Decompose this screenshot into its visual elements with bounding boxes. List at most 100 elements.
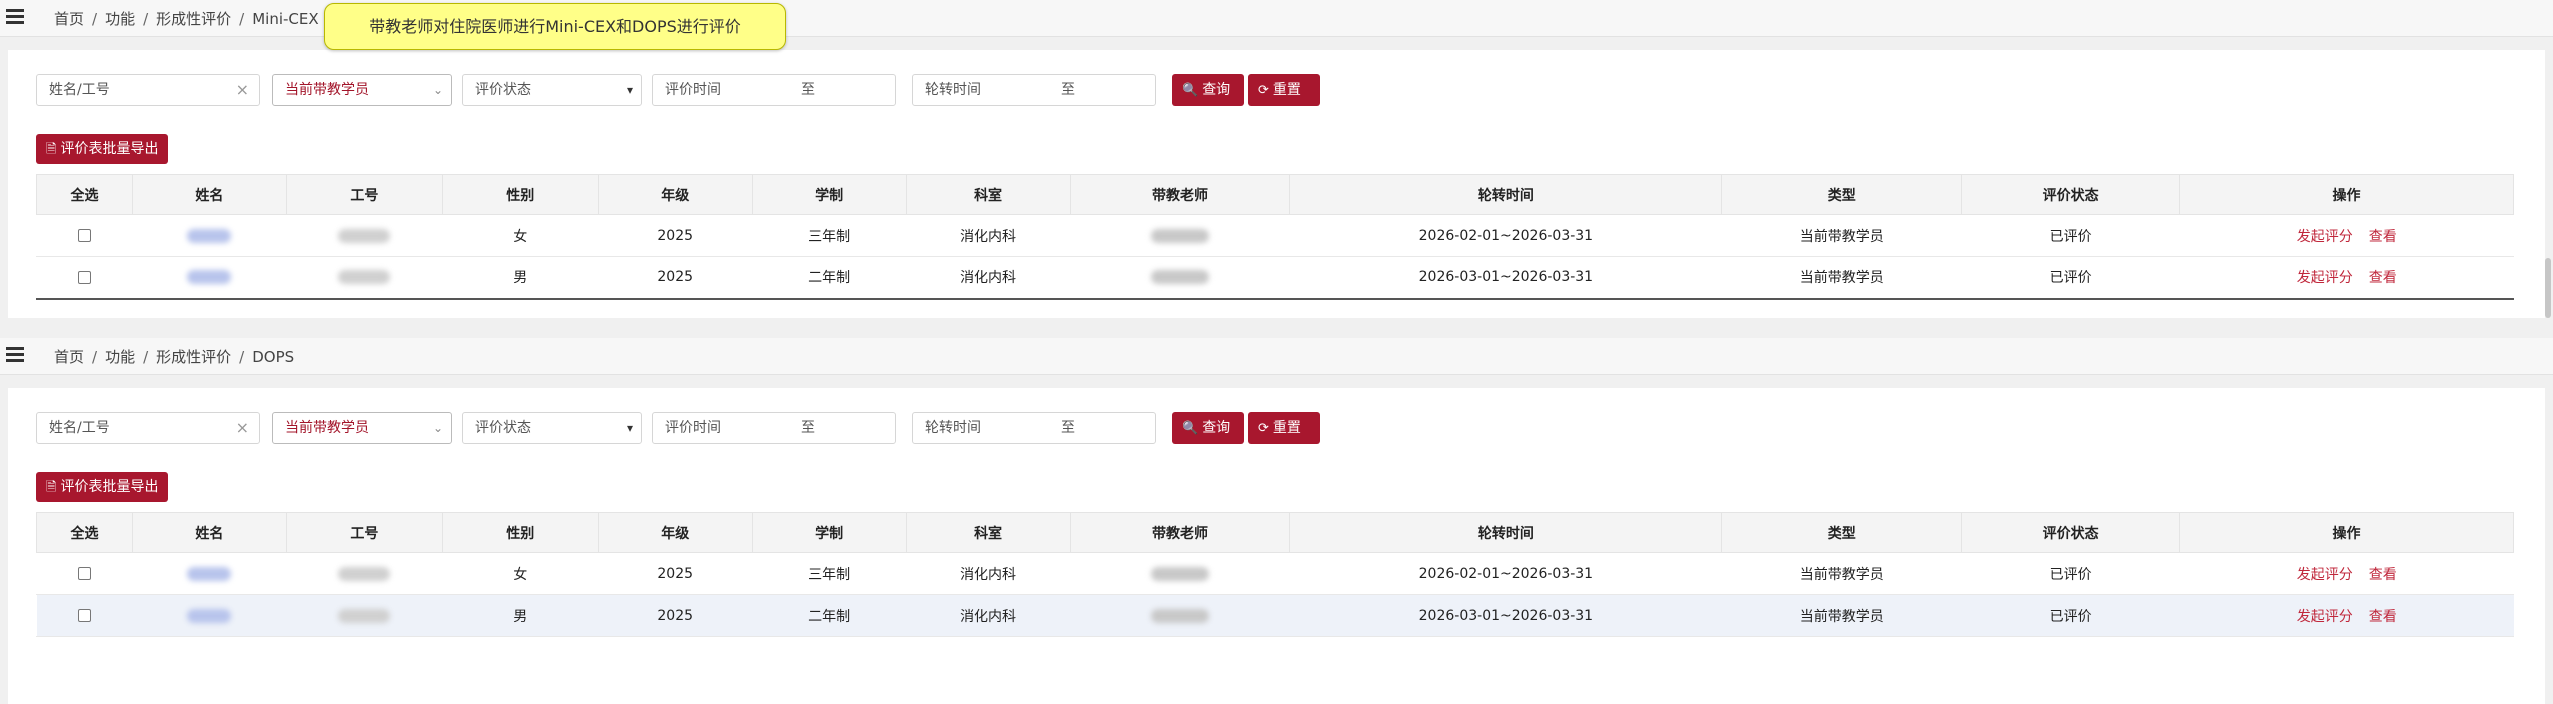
search-icon: 🔍 [1182, 421, 1199, 436]
query-button[interactable]: 🔍 查询 [1172, 412, 1244, 444]
name-search-input[interactable]: 姓名/工号 × [36, 412, 260, 444]
eval-time-range[interactable]: 评价时间至 [652, 412, 896, 444]
name-redacted[interactable] [187, 566, 232, 581]
system-cell: 二年制 [752, 594, 907, 637]
clear-icon[interactable]: × [236, 75, 249, 105]
column-header: 操作 [2179, 512, 2514, 553]
row-checkbox[interactable] [77, 567, 91, 580]
status-cell: 已评价 [1961, 552, 2180, 595]
system-cell: 二年制 [752, 256, 907, 300]
table-row: 男 2025 二年制 消化内科 2026-03-01~2026-03-31 当前… [36, 256, 2514, 300]
dept-cell: 消化内科 [906, 552, 1071, 595]
column-header: 类型 [1721, 512, 1963, 553]
reset-button[interactable]: ⟳ 重置 [1248, 74, 1320, 106]
column-header: 操作 [2179, 174, 2514, 215]
reset-button[interactable]: ⟳ 重置 [1248, 412, 1320, 444]
type-cell: 当前带教学员 [1721, 552, 1962, 595]
refresh-icon: ⟳ [1258, 83, 1269, 98]
gender-cell: 男 [442, 594, 599, 637]
batch-export-button[interactable]: 🗎 评价表批量导出 [36, 472, 169, 502]
chevron-down-icon: ▾ [626, 421, 633, 435]
column-header: 科室 [905, 512, 1071, 553]
column-header: 轮转时间 [1289, 174, 1723, 215]
teacher-redacted [1150, 608, 1209, 623]
dept-cell: 消化内科 [906, 256, 1071, 300]
breadcrumb-current: Mini-CEX [252, 10, 319, 28]
start-scoring-link[interactable]: 发起评分 [2297, 609, 2353, 625]
chevron-down-icon: ⌄ [432, 421, 443, 435]
batch-export-button[interactable]: 🗎 评价表批量导出 [36, 134, 169, 164]
status-cell: 已评价 [1961, 214, 2180, 257]
dept-cell: 消化内科 [906, 214, 1071, 257]
scrollbar[interactable] [2545, 258, 2551, 318]
start-scoring-link[interactable]: 发起评分 [2297, 229, 2353, 245]
rotation-cell: 2026-03-01~2026-03-31 [1289, 256, 1722, 300]
grade-cell: 2025 [598, 552, 753, 595]
breadcrumb-home[interactable]: 首页 [54, 348, 84, 366]
grade-cell: 2025 [598, 214, 753, 257]
view-link[interactable]: 查看 [2369, 567, 2397, 583]
top-bar: 首页 / 功能 / 形成性评价 / DOPS [0, 338, 2553, 375]
student-type-select[interactable]: 当前带教学员 ⌄ [272, 74, 452, 106]
grade-cell: 2025 [598, 256, 753, 300]
column-header: 带教老师 [1069, 512, 1291, 553]
table-row: 女 2025 三年制 消化内科 2026-02-01~2026-03-31 当前… [36, 214, 2514, 257]
breadcrumb-formative[interactable]: 形成性评价 [156, 10, 231, 28]
name-redacted[interactable] [187, 608, 232, 623]
column-header: 带教老师 [1069, 174, 1291, 215]
breadcrumb-function[interactable]: 功能 [105, 348, 135, 366]
rotation-cell: 2026-02-01~2026-03-31 [1289, 552, 1722, 595]
eval-time-range[interactable]: 评价时间至 [652, 74, 896, 106]
type-cell: 当前带教学员 [1721, 594, 1962, 637]
gender-cell: 女 [442, 214, 599, 257]
column-header: 学制 [751, 174, 907, 215]
table-header: 全选 姓名 工号 性别 年级 学制 科室 带教老师 轮转时间 类型 评价状态 操… [36, 512, 2514, 553]
eval-status-select[interactable]: 评价状态 ▾ [462, 412, 642, 444]
rotation-time-range[interactable]: 轮转时间至 [912, 412, 1156, 444]
column-header: 性别 [441, 512, 599, 553]
column-header: 性别 [441, 174, 599, 215]
row-checkbox[interactable] [77, 229, 91, 242]
dept-cell: 消化内科 [906, 594, 1071, 637]
breadcrumb: 首页 / 功能 / 形成性评价 / Mini-CEX [54, 10, 319, 28]
start-scoring-link[interactable]: 发起评分 [2297, 567, 2353, 583]
breadcrumb-function[interactable]: 功能 [105, 10, 135, 28]
content-panel: 姓名/工号 × 当前带教学员 ⌄ 评价状态 ▾ 评价时间至 轮转时间至 🔍 查询 ⟳ 重置… [8, 388, 2545, 704]
breadcrumb-home[interactable]: 首页 [54, 10, 84, 28]
select-all-header[interactable]: 全选 [36, 174, 133, 215]
query-button[interactable]: 🔍 查询 [1172, 74, 1244, 106]
breadcrumb: 首页 / 功能 / 形成性评价 / DOPS [54, 348, 295, 366]
eval-status-select[interactable]: 评价状态 ▾ [462, 74, 642, 106]
evaluation-table: 全选 姓名 工号 性别 年级 学制 科室 带教老师 轮转时间 类型 评价状态 操… [36, 174, 2514, 300]
row-checkbox[interactable] [77, 270, 91, 284]
refresh-icon: ⟳ [1258, 421, 1269, 436]
type-cell: 当前带教学员 [1721, 256, 1962, 300]
row-checkbox[interactable] [77, 609, 91, 622]
menu-icon[interactable] [6, 347, 24, 362]
search-icon: 🔍 [1182, 83, 1199, 98]
start-scoring-link[interactable]: 发起评分 [2297, 270, 2353, 286]
column-header: 学制 [751, 512, 907, 553]
menu-icon[interactable] [6, 9, 24, 24]
id-redacted [338, 608, 391, 623]
column-header: 工号 [285, 174, 443, 215]
view-link[interactable]: 查看 [2369, 229, 2397, 245]
column-header: 姓名 [131, 174, 287, 215]
view-link[interactable]: 查看 [2369, 270, 2397, 286]
name-redacted[interactable] [187, 228, 232, 243]
clear-icon[interactable]: × [236, 413, 249, 443]
view-link[interactable]: 查看 [2369, 609, 2397, 625]
breadcrumb-formative[interactable]: 形成性评价 [156, 348, 231, 366]
gender-cell: 女 [442, 552, 599, 595]
student-type-select[interactable]: 当前带教学员 ⌄ [272, 412, 452, 444]
column-header: 轮转时间 [1289, 512, 1723, 553]
chevron-down-icon: ⌄ [432, 83, 443, 97]
name-redacted[interactable] [187, 270, 232, 285]
select-all-header[interactable]: 全选 [36, 512, 133, 553]
rotation-time-range[interactable]: 轮转时间至 [912, 74, 1156, 106]
teacher-redacted [1150, 228, 1209, 243]
id-redacted [338, 270, 391, 285]
dops-section: 首页 / 功能 / 形成性评价 / DOPS 姓名/工号 × 当前带教学员 ⌄ 评价状态 ▾ 评价… [0, 338, 2553, 704]
gender-cell: 男 [442, 256, 599, 300]
name-search-input[interactable]: 姓名/工号 × [36, 74, 260, 106]
